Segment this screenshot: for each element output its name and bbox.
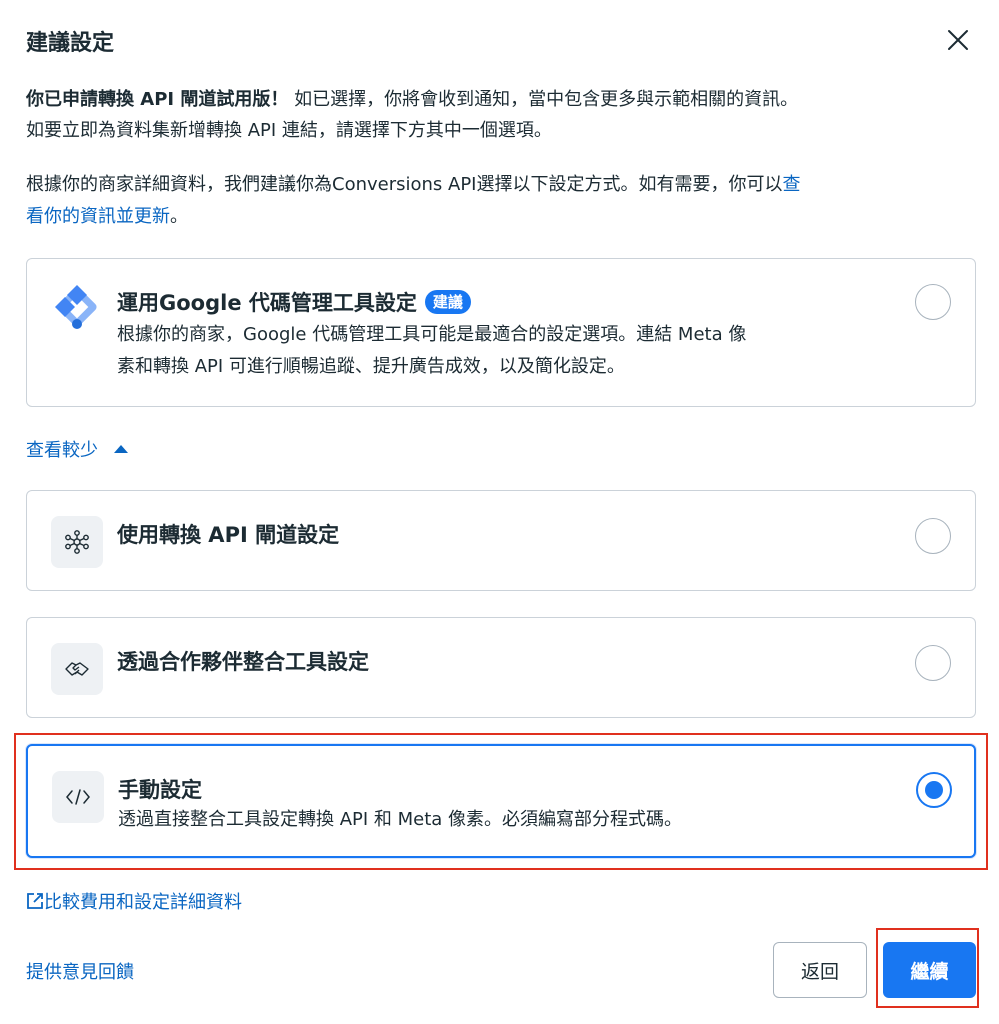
caret-up-icon: [114, 445, 128, 453]
compare-link-label[interactable]: 比較費用和設定詳細資料: [44, 888, 242, 914]
selection-highlight: [14, 733, 988, 870]
continue-highlight: [876, 928, 979, 1008]
option-title-gateway: 使用轉換 API 閘道設定: [117, 523, 340, 547]
option-desc-gtm-line1: 根據你的商家，Google 代碼管理工具可能是最適合的設定選項。連結 Meta …: [117, 324, 747, 345]
close-icon[interactable]: [944, 26, 972, 54]
external-link-icon: [27, 893, 43, 909]
see-less-label[interactable]: 查看較少: [26, 436, 98, 462]
option-title-gtm-text: 運用Google 代碼管理工具設定: [117, 291, 417, 315]
view-info-link-part2[interactable]: 看你的資訊並更新: [26, 206, 170, 227]
recommendation-text: 根據你的商家詳細資料，我們建議你為Conversions API選擇以下設定方式…: [26, 169, 976, 233]
option-card-google-tag-manager[interactable]: 運用Google 代碼管理工具設定 建議 根據你的商家，Google 代碼管理工…: [26, 258, 976, 407]
see-less-toggle[interactable]: 查看較少: [26, 436, 128, 462]
option-desc-gtm: 根據你的商家，Google 代碼管理工具可能是最適合的設定選項。連結 Meta …: [117, 319, 907, 383]
intro-line1: 如已選擇，你將會收到通知，當中包含更多與示範相關的資訊。: [288, 89, 799, 110]
dialog-title: 建議設定: [26, 31, 115, 56]
intro-bold: 你已申請轉換 API 閘道試用版！: [26, 89, 289, 110]
option-desc-gtm-line2: 素和轉換 API 可進行順暢追蹤、提升廣告成效，以及簡化設定。: [117, 356, 625, 377]
feedback-link[interactable]: 提供意見回饋: [26, 958, 134, 984]
network-hub-icon: [51, 516, 103, 568]
option-title-partner: 透過合作夥伴整合工具設定: [117, 650, 369, 674]
radio-partner[interactable]: [915, 645, 951, 681]
recommended-setup-dialog: 建議設定 你已申請轉換 API 閘道試用版！ 如已選擇，你將會收到通知，當中包含…: [0, 0, 999, 1024]
recommendation-suffix: 。: [170, 206, 188, 227]
recommended-badge: 建議: [424, 290, 471, 314]
option-card-partner[interactable]: 透過合作夥伴整合工具設定: [26, 617, 976, 718]
view-info-link-part1[interactable]: 查: [783, 174, 801, 195]
google-tag-manager-icon: [51, 281, 103, 333]
back-button[interactable]: 返回: [773, 942, 867, 998]
handshake-icon: [51, 643, 103, 695]
radio-gateway[interactable]: [915, 518, 951, 554]
radio-gtm[interactable]: [915, 284, 951, 320]
intro-line2: 如要立即為資料集新增轉換 API 連結，請選擇下方其中一個選項。: [26, 120, 552, 141]
intro-text: 你已申請轉換 API 閘道試用版！ 如已選擇，你將會收到通知，當中包含更多與示範…: [26, 84, 976, 146]
compare-link[interactable]: 比較費用和設定詳細資料: [26, 888, 242, 914]
recommendation-line: 根據你的商家詳細資料，我們建議你為Conversions API選擇以下設定方式…: [26, 174, 783, 195]
option-card-gateway[interactable]: 使用轉換 API 閘道設定: [26, 490, 976, 591]
option-title-gtm: 運用Google 代碼管理工具設定 建議: [117, 287, 471, 317]
